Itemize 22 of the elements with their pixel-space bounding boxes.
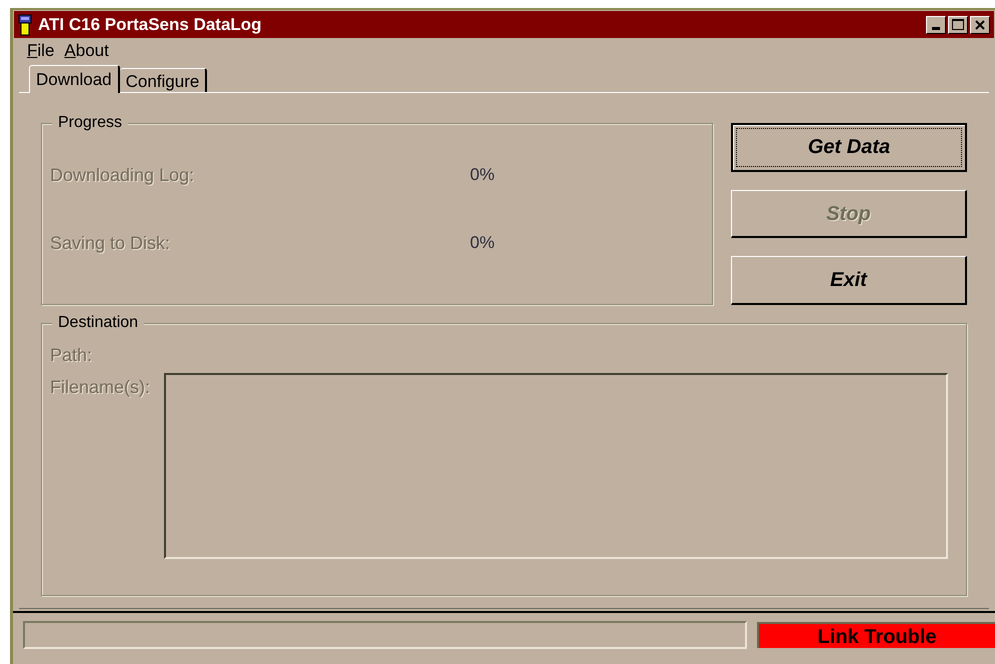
maximize-icon bbox=[952, 19, 964, 30]
minimize-icon bbox=[932, 26, 940, 30]
action-button[interactable]: Get Data bbox=[731, 123, 967, 172]
progress-value: 0% bbox=[470, 232, 495, 254]
tab[interactable]: Configure bbox=[120, 68, 208, 92]
minimize-button[interactable] bbox=[926, 16, 946, 34]
progress-label: Downloading Log: bbox=[50, 164, 196, 187]
progress-label: Saving to Disk: bbox=[50, 232, 172, 255]
progress-value: 0% bbox=[470, 164, 495, 186]
link-status: Link Trouble bbox=[757, 622, 995, 648]
app-icon bbox=[18, 14, 32, 36]
filenames-label: Filename(s): bbox=[50, 376, 150, 399]
window-title: ATI C16 PortaSens DataLog bbox=[38, 14, 262, 36]
tab[interactable]: Download bbox=[29, 65, 120, 93]
close-icon bbox=[975, 20, 985, 30]
close-button[interactable] bbox=[970, 16, 990, 34]
group-title: Progress bbox=[52, 114, 128, 132]
menu-item[interactable]: About bbox=[64, 38, 109, 64]
menu-item[interactable]: File bbox=[27, 38, 54, 64]
maximize-button[interactable] bbox=[948, 16, 968, 34]
action-button[interactable]: Exit bbox=[731, 256, 967, 306]
path-label: Path: bbox=[50, 344, 94, 367]
